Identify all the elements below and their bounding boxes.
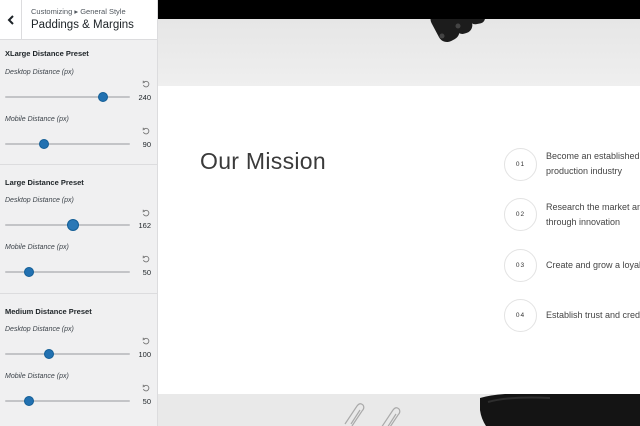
reset-icon[interactable] <box>142 127 150 135</box>
mission-item: 02 Research the market and through innov… <box>504 198 640 232</box>
desktop-distance-value: 240 <box>138 93 151 102</box>
preset-title: Medium Distance Preset <box>5 307 92 316</box>
mobile-distance-value: 50 <box>142 397 151 406</box>
breadcrumb: Customizing ▸ General Style <box>31 7 126 16</box>
bottom-image-section <box>158 394 640 426</box>
top-image-section <box>158 0 640 86</box>
slider-thumb[interactable] <box>38 139 49 149</box>
desktop-distance-label: Desktop Distance (px) <box>5 326 74 333</box>
number-badge: 04 <box>504 299 537 332</box>
mobile-distance-value: 50 <box>142 268 151 277</box>
mobile-distance-slider[interactable] <box>5 395 130 407</box>
panel-title: Paddings & Margins <box>31 19 134 31</box>
item-line-2: production industry <box>546 166 623 176</box>
customizer-sidebar: Customizing ▸ General Style Paddings & M… <box>0 0 158 426</box>
site-preview: Our Mission 01 Become an established l p… <box>158 0 640 426</box>
mobile-distance-label: Mobile Distance (px) <box>5 373 69 380</box>
back-button[interactable] <box>0 0 22 40</box>
item-line-1: Become an established l <box>546 151 640 161</box>
desk-photo <box>158 19 640 86</box>
slider-thumb[interactable] <box>43 349 54 359</box>
desktop-distance-value: 100 <box>138 350 151 359</box>
mobile-distance-label: Mobile Distance (px) <box>5 244 69 251</box>
desktop-distance-label: Desktop Distance (px) <box>5 69 74 76</box>
reset-icon[interactable] <box>142 80 150 88</box>
mission-item: 03 Create and grow a loyal <box>504 249 640 283</box>
desktop-distance-value: 162 <box>138 221 151 230</box>
slider-thumb[interactable] <box>23 267 34 277</box>
reset-icon[interactable] <box>142 255 150 263</box>
medium-preset-section: Medium Distance Preset Desktop Distance … <box>0 294 157 426</box>
mission-item: 04 Establish trust and credi <box>504 299 640 333</box>
sidebar-header: Customizing ▸ General Style Paddings & M… <box>0 0 157 40</box>
reset-icon[interactable] <box>142 209 150 217</box>
mobile-distance-label: Mobile Distance (px) <box>5 116 69 123</box>
xlarge-preset-section: XLarge Distance Preset Desktop Distance … <box>0 40 157 165</box>
slider-track <box>5 353 130 355</box>
large-preset-section: Large Distance Preset Desktop Distance (… <box>0 165 157 294</box>
number-badge: 01 <box>504 148 537 181</box>
preset-title: Large Distance Preset <box>5 178 84 187</box>
site-top-bar <box>158 0 640 19</box>
preset-title: XLarge Distance Preset <box>5 49 89 58</box>
slider-thumb[interactable] <box>66 219 79 231</box>
mobile-distance-slider[interactable] <box>5 138 130 150</box>
number-badge: 03 <box>504 249 537 282</box>
slider-track <box>5 96 130 98</box>
mobile-distance-slider[interactable] <box>5 266 130 278</box>
item-line-2: through innovation <box>546 217 621 227</box>
item-line-1: Establish trust and credi <box>546 310 640 320</box>
number-badge: 02 <box>504 198 537 231</box>
dark-object-image <box>480 394 640 426</box>
mission-item: 01 Become an established l production in… <box>504 148 640 182</box>
item-line-1: Create and grow a loyal <box>546 260 640 270</box>
slider-thumb[interactable] <box>97 92 108 102</box>
chevron-left-icon <box>7 15 14 25</box>
desktop-distance-label: Desktop Distance (px) <box>5 197 74 204</box>
desktop-distance-slider[interactable] <box>5 219 130 231</box>
slider-track <box>5 143 130 145</box>
reset-icon[interactable] <box>142 384 150 392</box>
paperclips-image <box>344 403 401 426</box>
desktop-distance-slider[interactable] <box>5 348 130 360</box>
mission-heading: Our Mission <box>200 148 326 174</box>
mobile-distance-value: 90 <box>142 140 151 149</box>
reset-icon[interactable] <box>142 337 150 345</box>
slider-thumb[interactable] <box>23 396 34 406</box>
item-line-1: Research the market and <box>546 202 640 212</box>
desktop-distance-slider[interactable] <box>5 91 130 103</box>
